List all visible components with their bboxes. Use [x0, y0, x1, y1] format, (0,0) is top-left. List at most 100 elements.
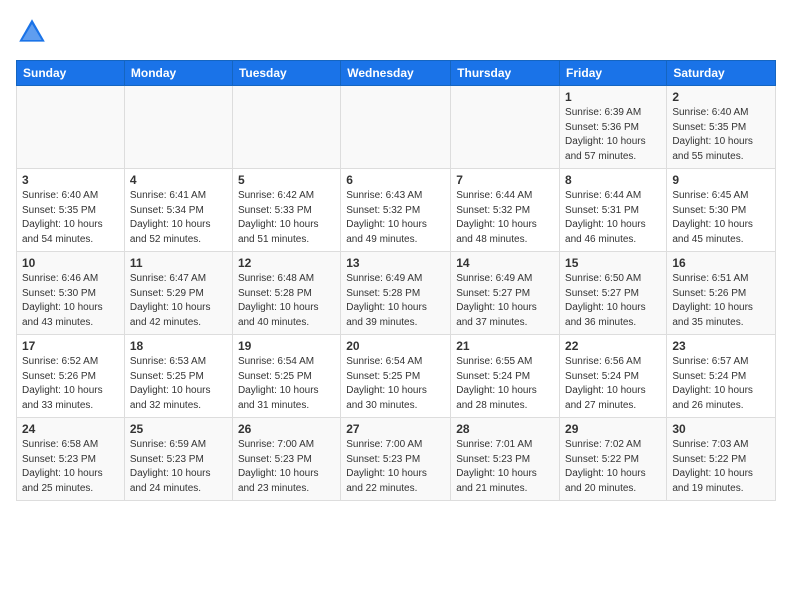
day-number: 1 [565, 90, 661, 104]
calendar-cell: 3 Sunrise: 6:40 AM Sunset: 5:35 PM Daylig… [17, 169, 125, 252]
calendar-cell: 2 Sunrise: 6:40 AM Sunset: 5:35 PM Daylig… [667, 86, 776, 169]
weekday-header-row: SundayMondayTuesdayWednesdayThursdayFrid… [17, 61, 776, 86]
day-info: Sunrise: 6:44 AM Sunset: 5:31 PM Dayligh… [565, 189, 661, 247]
day-info: Sunrise: 6:58 AM Sunset: 5:23 PM Dayligh… [22, 438, 119, 496]
calendar-cell [232, 86, 340, 169]
calendar-cell: 22 Sunrise: 6:56 AM Sunset: 5:24 PM Dayli… [560, 335, 667, 418]
calendar-cell: 5Sunrise: 6:42 AM Sunset: 5:33 PM Daylig… [232, 169, 340, 252]
day-info: Sunrise: 7:00 AM Sunset: 5:23 PM Dayligh… [346, 438, 445, 496]
day-info: Sunrise: 6:57 AM Sunset: 5:24 PM Dayligh… [672, 355, 770, 413]
day-number: 25 [130, 422, 227, 436]
calendar-cell: 29 Sunrise: 7:02 AM Sunset: 5:22 PM Dayli… [560, 418, 667, 501]
calendar-cell: 7 Sunrise: 6:44 AM Sunset: 5:32 PM Daylig… [451, 169, 560, 252]
day-info: Sunrise: 6:52 AM Sunset: 5:26 PM Dayligh… [22, 355, 119, 413]
day-info: Sunrise: 7:01 AM Sunset: 5:23 PM Dayligh… [456, 438, 554, 496]
calendar-cell: 14Sunrise: 6:49 AM Sunset: 5:27 PM Dayli… [451, 252, 560, 335]
week-row-3: 10Sunrise: 6:46 AM Sunset: 5:30 PM Dayli… [17, 252, 776, 335]
day-number: 20 [346, 339, 445, 353]
day-number: 24 [22, 422, 119, 436]
weekday-header-thursday: Thursday [451, 61, 560, 86]
calendar-cell [451, 86, 560, 169]
day-info: Sunrise: 7:00 AM Sunset: 5:23 PM Dayligh… [238, 438, 335, 496]
calendar-table: SundayMondayTuesdayWednesdayThursdayFrid… [16, 60, 776, 501]
day-info: Sunrise: 6:49 AM Sunset: 5:28 PM Dayligh… [346, 272, 445, 330]
week-row-1: 1 Sunrise: 6:39 AM Sunset: 5:36 PM Daylig… [17, 86, 776, 169]
day-number: 29 [565, 422, 661, 436]
day-info: Sunrise: 6:59 AM Sunset: 5:23 PM Dayligh… [130, 438, 227, 496]
day-info: Sunrise: 6:42 AM Sunset: 5:33 PM Dayligh… [238, 189, 335, 247]
calendar-cell: 30 Sunrise: 7:03 AM Sunset: 5:22 PM Dayli… [667, 418, 776, 501]
calendar-cell: 16Sunrise: 6:51 AM Sunset: 5:26 PM Dayli… [667, 252, 776, 335]
day-number: 18 [130, 339, 227, 353]
day-info: Sunrise: 6:40 AM Sunset: 5:35 PM Dayligh… [22, 189, 119, 247]
day-number: 27 [346, 422, 445, 436]
day-info: Sunrise: 6:47 AM Sunset: 5:29 PM Dayligh… [130, 272, 227, 330]
calendar-cell: 8 Sunrise: 6:44 AM Sunset: 5:31 PM Daylig… [560, 169, 667, 252]
day-info: Sunrise: 6:44 AM Sunset: 5:32 PM Dayligh… [456, 189, 554, 247]
day-number: 30 [672, 422, 770, 436]
calendar-cell: 28 Sunrise: 7:01 AM Sunset: 5:23 PM Dayli… [451, 418, 560, 501]
calendar-cell [17, 86, 125, 169]
calendar-cell: 19 Sunrise: 6:54 AM Sunset: 5:25 PM Dayli… [232, 335, 340, 418]
calendar-cell: 1 Sunrise: 6:39 AM Sunset: 5:36 PM Daylig… [560, 86, 667, 169]
day-number: 8 [565, 173, 661, 187]
day-number: 23 [672, 339, 770, 353]
calendar-cell: 9 Sunrise: 6:45 AM Sunset: 5:30 PM Daylig… [667, 169, 776, 252]
day-info: Sunrise: 6:53 AM Sunset: 5:25 PM Dayligh… [130, 355, 227, 413]
day-number: 2 [672, 90, 770, 104]
day-info: Sunrise: 6:40 AM Sunset: 5:35 PM Dayligh… [672, 106, 770, 164]
day-number: 7 [456, 173, 554, 187]
day-info: Sunrise: 6:50 AM Sunset: 5:27 PM Dayligh… [565, 272, 661, 330]
day-info: Sunrise: 7:02 AM Sunset: 5:22 PM Dayligh… [565, 438, 661, 496]
day-number: 22 [565, 339, 661, 353]
day-number: 17 [22, 339, 119, 353]
day-number: 15 [565, 256, 661, 270]
logo [16, 16, 52, 48]
calendar-cell [124, 86, 232, 169]
calendar-cell: 23 Sunrise: 6:57 AM Sunset: 5:24 PM Dayli… [667, 335, 776, 418]
day-info: Sunrise: 6:54 AM Sunset: 5:25 PM Dayligh… [346, 355, 445, 413]
calendar-cell: 11 Sunrise: 6:47 AM Sunset: 5:29 PM Dayli… [124, 252, 232, 335]
calendar-page: SundayMondayTuesdayWednesdayThursdayFrid… [0, 0, 792, 511]
calendar-cell: 10Sunrise: 6:46 AM Sunset: 5:30 PM Dayli… [17, 252, 125, 335]
day-number: 3 [22, 173, 119, 187]
day-info: Sunrise: 6:54 AM Sunset: 5:25 PM Dayligh… [238, 355, 335, 413]
day-number: 12 [238, 256, 335, 270]
day-info: Sunrise: 6:41 AM Sunset: 5:34 PM Dayligh… [130, 189, 227, 247]
weekday-header-sunday: Sunday [17, 61, 125, 86]
day-number: 4 [130, 173, 227, 187]
logo-icon [16, 16, 48, 48]
day-info: Sunrise: 6:45 AM Sunset: 5:30 PM Dayligh… [672, 189, 770, 247]
day-number: 26 [238, 422, 335, 436]
calendar-cell: 4 Sunrise: 6:41 AM Sunset: 5:34 PM Daylig… [124, 169, 232, 252]
weekday-header-tuesday: Tuesday [232, 61, 340, 86]
day-info: Sunrise: 6:56 AM Sunset: 5:24 PM Dayligh… [565, 355, 661, 413]
day-number: 6 [346, 173, 445, 187]
day-number: 10 [22, 256, 119, 270]
day-number: 11 [130, 256, 227, 270]
calendar-cell: 15 Sunrise: 6:50 AM Sunset: 5:27 PM Dayli… [560, 252, 667, 335]
calendar-cell: 24 Sunrise: 6:58 AM Sunset: 5:23 PM Dayli… [17, 418, 125, 501]
weekday-header-monday: Monday [124, 61, 232, 86]
day-info: Sunrise: 6:48 AM Sunset: 5:28 PM Dayligh… [238, 272, 335, 330]
week-row-2: 3 Sunrise: 6:40 AM Sunset: 5:35 PM Daylig… [17, 169, 776, 252]
calendar-cell: 12 Sunrise: 6:48 AM Sunset: 5:28 PM Dayli… [232, 252, 340, 335]
weekday-header-saturday: Saturday [667, 61, 776, 86]
calendar-cell: 27 Sunrise: 7:00 AM Sunset: 5:23 PM Dayli… [341, 418, 451, 501]
calendar-cell: 6 Sunrise: 6:43 AM Sunset: 5:32 PM Daylig… [341, 169, 451, 252]
calendar-cell [341, 86, 451, 169]
calendar-cell: 21Sunrise: 6:55 AM Sunset: 5:24 PM Dayli… [451, 335, 560, 418]
week-row-4: 17 Sunrise: 6:52 AM Sunset: 5:26 PM Dayli… [17, 335, 776, 418]
day-info: Sunrise: 6:39 AM Sunset: 5:36 PM Dayligh… [565, 106, 661, 164]
day-number: 16 [672, 256, 770, 270]
day-info: Sunrise: 7:03 AM Sunset: 5:22 PM Dayligh… [672, 438, 770, 496]
day-number: 9 [672, 173, 770, 187]
calendar-cell: 20 Sunrise: 6:54 AM Sunset: 5:25 PM Dayli… [341, 335, 451, 418]
day-number: 28 [456, 422, 554, 436]
weekday-header-friday: Friday [560, 61, 667, 86]
day-number: 19 [238, 339, 335, 353]
day-number: 21 [456, 339, 554, 353]
day-info: Sunrise: 6:43 AM Sunset: 5:32 PM Dayligh… [346, 189, 445, 247]
calendar-cell: 17 Sunrise: 6:52 AM Sunset: 5:26 PM Dayli… [17, 335, 125, 418]
day-number: 14 [456, 256, 554, 270]
